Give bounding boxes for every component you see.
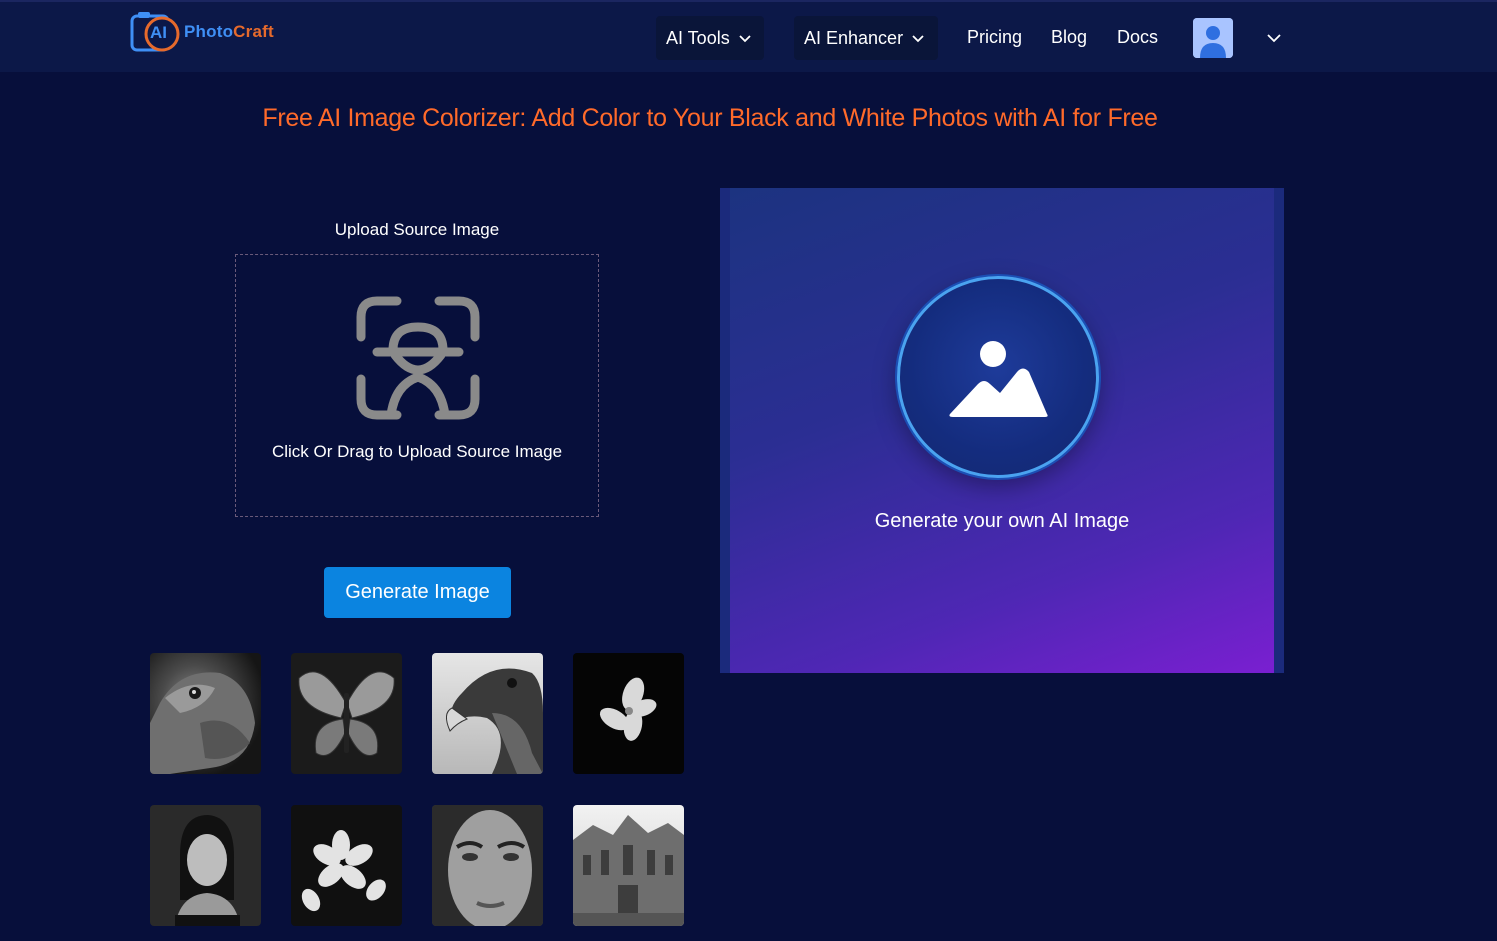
page-title-text: Free AI Image Colorizer: Add Color to Yo… <box>262 104 1158 132</box>
iguana-image <box>150 672 255 774</box>
eagle-image <box>446 668 543 774</box>
sample-thumb-plumeria[interactable] <box>291 805 402 926</box>
logo-ai-text: AI <box>150 23 167 42</box>
result-preview-area: Generate your own AI Image <box>730 188 1274 673</box>
nav-link-docs[interactable]: Docs <box>1117 27 1158 48</box>
face-scan-icon <box>356 296 480 420</box>
result-preview-panel: Generate your own AI Image <box>720 188 1284 673</box>
nav-ai-enhancer-label: AI Enhancer <box>804 27 904 48</box>
face-closeup-image <box>432 805 543 926</box>
page-title: Free AI Image Colorizer: Add Color to Yo… <box>0 104 1420 133</box>
nav-link-blog[interactable]: Blog <box>1051 27 1087 48</box>
preview-image-placeholder <box>897 276 1099 478</box>
plumeria-image <box>301 830 386 912</box>
woman-portrait-image <box>175 815 240 926</box>
flower-image <box>599 677 657 741</box>
sample-thumb-eagle[interactable] <box>432 653 543 774</box>
image-icon <box>949 341 1048 417</box>
user-menu-chevron-icon[interactable] <box>1266 31 1282 45</box>
user-avatar[interactable] <box>1193 18 1233 58</box>
sample-thumb-woman-portrait[interactable] <box>150 805 261 926</box>
logo[interactable]: AI PhotoCraft <box>130 9 274 57</box>
generate-image-button[interactable]: Generate Image <box>324 567 511 618</box>
nav-ai-tools-dropdown[interactable]: AI Tools <box>656 16 764 60</box>
upload-hint: Click Or Drag to Upload Source Image <box>271 442 563 461</box>
upload-dropzone[interactable]: Click Or Drag to Upload Source Image <box>235 254 599 517</box>
butterfly-image <box>298 671 395 756</box>
upload-label: Upload Source Image <box>334 220 500 239</box>
sample-thumb-cathedral[interactable] <box>573 805 684 926</box>
logo-photo-text: Photo <box>184 22 234 41</box>
logo-wordmark: PhotoCraft <box>184 22 274 42</box>
nav-link-pricing[interactable]: Pricing <box>967 27 1022 48</box>
nav-ai-enhancer-dropdown[interactable]: AI Enhancer <box>794 16 938 60</box>
sample-thumb-flower[interactable] <box>573 653 684 774</box>
nav-ai-tools-label: AI Tools <box>666 27 730 48</box>
sample-thumb-iguana[interactable] <box>150 653 261 774</box>
sample-thumb-butterfly[interactable] <box>291 653 402 774</box>
chevron-down-icon <box>912 35 924 43</box>
cathedral-image <box>573 815 684 926</box>
user-icon <box>1193 18 1233 58</box>
sample-thumb-face-closeup[interactable] <box>432 805 543 926</box>
preview-caption: Generate your own AI Image <box>874 510 1130 532</box>
chevron-down-icon <box>739 35 751 43</box>
logo-camera-icon: AI <box>130 10 182 56</box>
logo-craft-text: Craft <box>233 22 274 41</box>
navbar: AI PhotoCraft AI Tools AI Enhancer Prici… <box>0 0 1497 72</box>
